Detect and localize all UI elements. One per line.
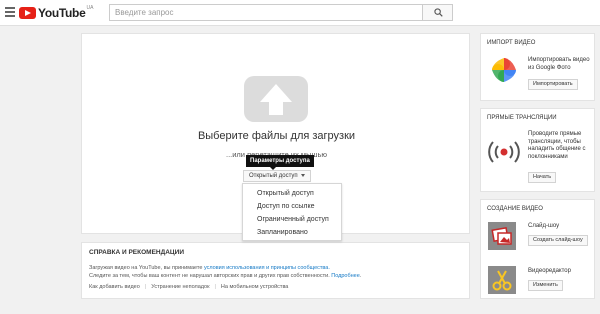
import-button[interactable]: Импортировать xyxy=(528,79,578,90)
live-text: Проводите прямые трансляции, чтобы налад… xyxy=(528,131,586,160)
divider: | xyxy=(214,284,216,290)
privacy-option-private[interactable]: Ограниченный доступ xyxy=(243,213,341,226)
privacy-dropdown-button[interactable]: Открытый доступ xyxy=(243,170,311,182)
search-icon xyxy=(434,8,443,17)
privacy-button-label: Открытый доступ xyxy=(249,173,298,179)
live-title: ПРЯМЫЕ ТРАНСЛЯЦИИ xyxy=(487,115,557,121)
help-link-add-video[interactable]: Как добавить видео xyxy=(89,284,140,290)
privacy-option-public[interactable]: Открытый доступ xyxy=(243,187,341,200)
help-text-part: . xyxy=(359,273,362,279)
edit-video-button[interactable]: Изменить xyxy=(528,280,563,291)
help-link-mobile[interactable]: На мобильном устройства xyxy=(221,284,288,290)
start-live-button[interactable]: Начать xyxy=(528,172,557,183)
help-card: СПРАВКА И РЕКОМЕНДАЦИИ Загружая видео на… xyxy=(81,242,470,299)
logo-region: UA xyxy=(86,5,94,11)
video-editor-icon[interactable] xyxy=(488,266,516,294)
terms-link[interactable]: условия использования и принципы сообщес… xyxy=(204,265,330,271)
create-video-card: СОЗДАНИЕ ВИДЕО Слайд-шоу Создать слайд-ш… xyxy=(480,199,595,299)
privacy-menu: Открытый доступ Доступ по ссылке Огранич… xyxy=(242,183,342,241)
slideshow-label: Слайд-шоу xyxy=(528,223,560,229)
help-title: СПРАВКА И РЕКОМЕНДАЦИИ xyxy=(89,249,185,256)
top-bar: YouTube UA xyxy=(0,0,600,26)
divider: | xyxy=(144,284,147,290)
live-broadcast-icon xyxy=(488,141,520,163)
create-slideshow-button[interactable]: Создать слайд-шоу xyxy=(528,235,588,246)
upload-arrow-icon xyxy=(244,76,308,122)
privacy-option-unlisted[interactable]: Доступ по ссылке xyxy=(243,200,341,213)
import-video-card: ИМПОРТ ВИДЕО Импортировать видео из Goog… xyxy=(480,33,595,101)
import-title: ИМПОРТ ВИДЕО xyxy=(487,40,536,46)
youtube-logo-icon xyxy=(19,7,36,19)
google-photos-icon xyxy=(492,58,516,82)
create-title: СОЗДАНИЕ ВИДЕО xyxy=(487,206,543,212)
learn-more-link[interactable]: Подробнее xyxy=(331,273,360,279)
help-text: Загружая видео на YouTube, вы принимаете… xyxy=(89,264,464,280)
logo-text: YouTube xyxy=(38,6,86,20)
upload-title: Выберите файлы для загрузки xyxy=(197,130,356,142)
editor-label: Видеоредактор xyxy=(528,268,571,274)
menu-icon[interactable] xyxy=(5,7,15,17)
help-text-part: Следите за тем, чтобы ваш контент не нар… xyxy=(89,273,332,279)
import-text: Импортировать видео из Google Фото xyxy=(528,57,590,71)
help-link-troubleshooting[interactable]: Устранение неполадок xyxy=(151,284,209,290)
help-text-part: Загружая видео на YouTube, вы принимаете xyxy=(89,265,204,271)
privacy-option-scheduled[interactable]: Запланировано xyxy=(243,226,341,239)
search-input[interactable] xyxy=(109,4,422,21)
live-streaming-card: ПРЯМЫЕ ТРАНСЛЯЦИИ Проводите прямые транс… xyxy=(480,108,595,192)
youtube-logo[interactable]: YouTube UA xyxy=(19,5,94,20)
slideshow-icon[interactable] xyxy=(488,222,516,250)
search-button[interactable] xyxy=(422,4,453,21)
chevron-down-icon xyxy=(300,173,305,177)
help-links: Как добавить видео | Устранение неполадок |… xyxy=(89,284,288,290)
privacy-tooltip: Параметры доступа xyxy=(246,155,314,170)
